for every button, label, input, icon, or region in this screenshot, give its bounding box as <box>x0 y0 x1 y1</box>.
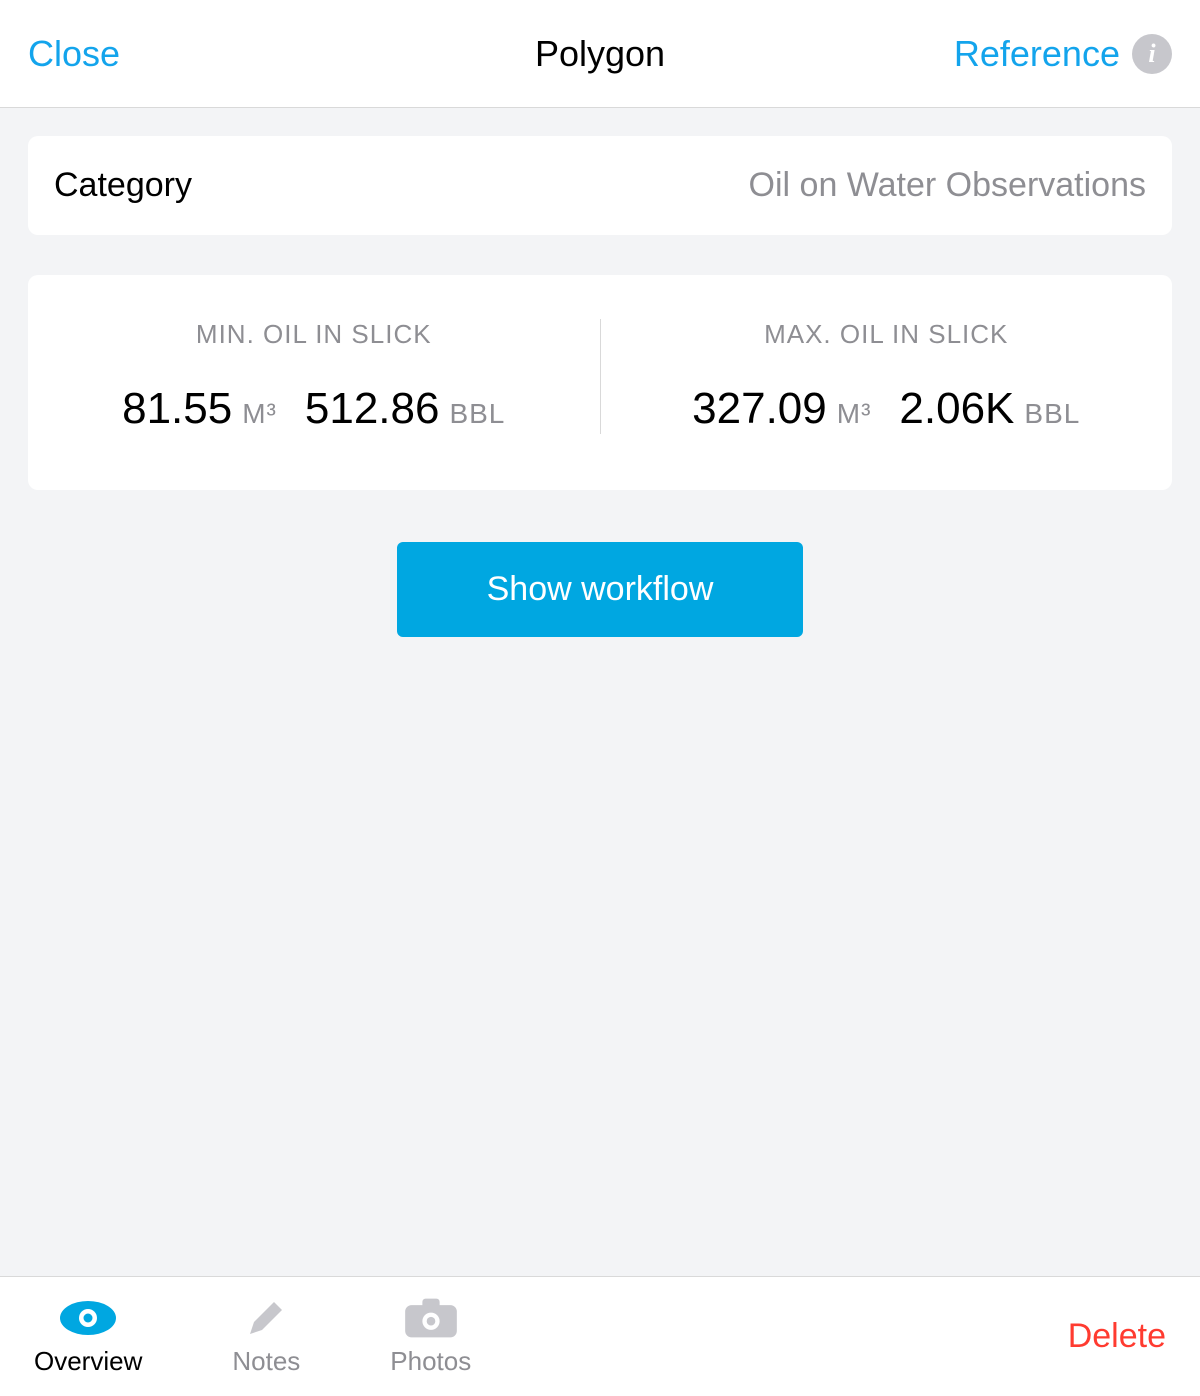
category-row[interactable]: Category Oil on Water Observations <box>28 136 1172 235</box>
tab-notes-label: Notes <box>232 1346 300 1377</box>
max-oil-bbl-unit: BBL <box>1024 398 1080 430</box>
info-icon[interactable]: i <box>1132 34 1172 74</box>
app-root: Close Polygon Reference i Category Oil o… <box>0 0 1200 1396</box>
page-title: Polygon <box>535 33 665 75</box>
eye-icon <box>60 1296 116 1340</box>
delete-button[interactable]: Delete <box>1068 1317 1166 1356</box>
header-bar: Close Polygon Reference i <box>0 0 1200 108</box>
tab-overview-label: Overview <box>34 1346 142 1377</box>
max-oil-stat: MAX. OIL IN SLICK 327.09 M³ 2.06K BBL <box>600 319 1173 434</box>
min-oil-title: MIN. OIL IN SLICK <box>196 319 432 350</box>
category-label: Category <box>54 166 192 205</box>
min-oil-bbl-value: 512.86 <box>305 384 440 434</box>
min-oil-bbl-unit: BBL <box>449 398 505 430</box>
min-oil-stat: MIN. OIL IN SLICK 81.55 M³ 512.86 BBL <box>28 319 600 434</box>
content-area: Category Oil on Water Observations MIN. … <box>0 108 1200 1276</box>
tab-bar: Overview Notes <box>0 1276 1200 1396</box>
max-oil-m3-value: 327.09 <box>692 384 827 434</box>
max-oil-bbl-value: 2.06K <box>899 384 1014 434</box>
camera-icon <box>403 1296 459 1340</box>
max-oil-m3-unit: M³ <box>837 398 872 430</box>
category-value: Oil on Water Observations <box>749 166 1146 205</box>
max-oil-title: MAX. OIL IN SLICK <box>764 319 1008 350</box>
close-button[interactable]: Close <box>28 33 120 75</box>
min-oil-m3-unit: M³ <box>242 398 277 430</box>
tab-photos-label: Photos <box>390 1346 471 1377</box>
tab-photos[interactable]: Photos <box>390 1296 471 1377</box>
show-workflow-button[interactable]: Show workflow <box>397 542 804 637</box>
tab-notes[interactable]: Notes <box>232 1296 300 1377</box>
stats-card: MIN. OIL IN SLICK 81.55 M³ 512.86 BBL MA… <box>28 275 1172 490</box>
reference-button[interactable]: Reference <box>954 33 1120 75</box>
pencil-icon <box>238 1296 294 1340</box>
min-oil-m3-value: 81.55 <box>122 384 232 434</box>
tab-overview[interactable]: Overview <box>34 1296 142 1377</box>
